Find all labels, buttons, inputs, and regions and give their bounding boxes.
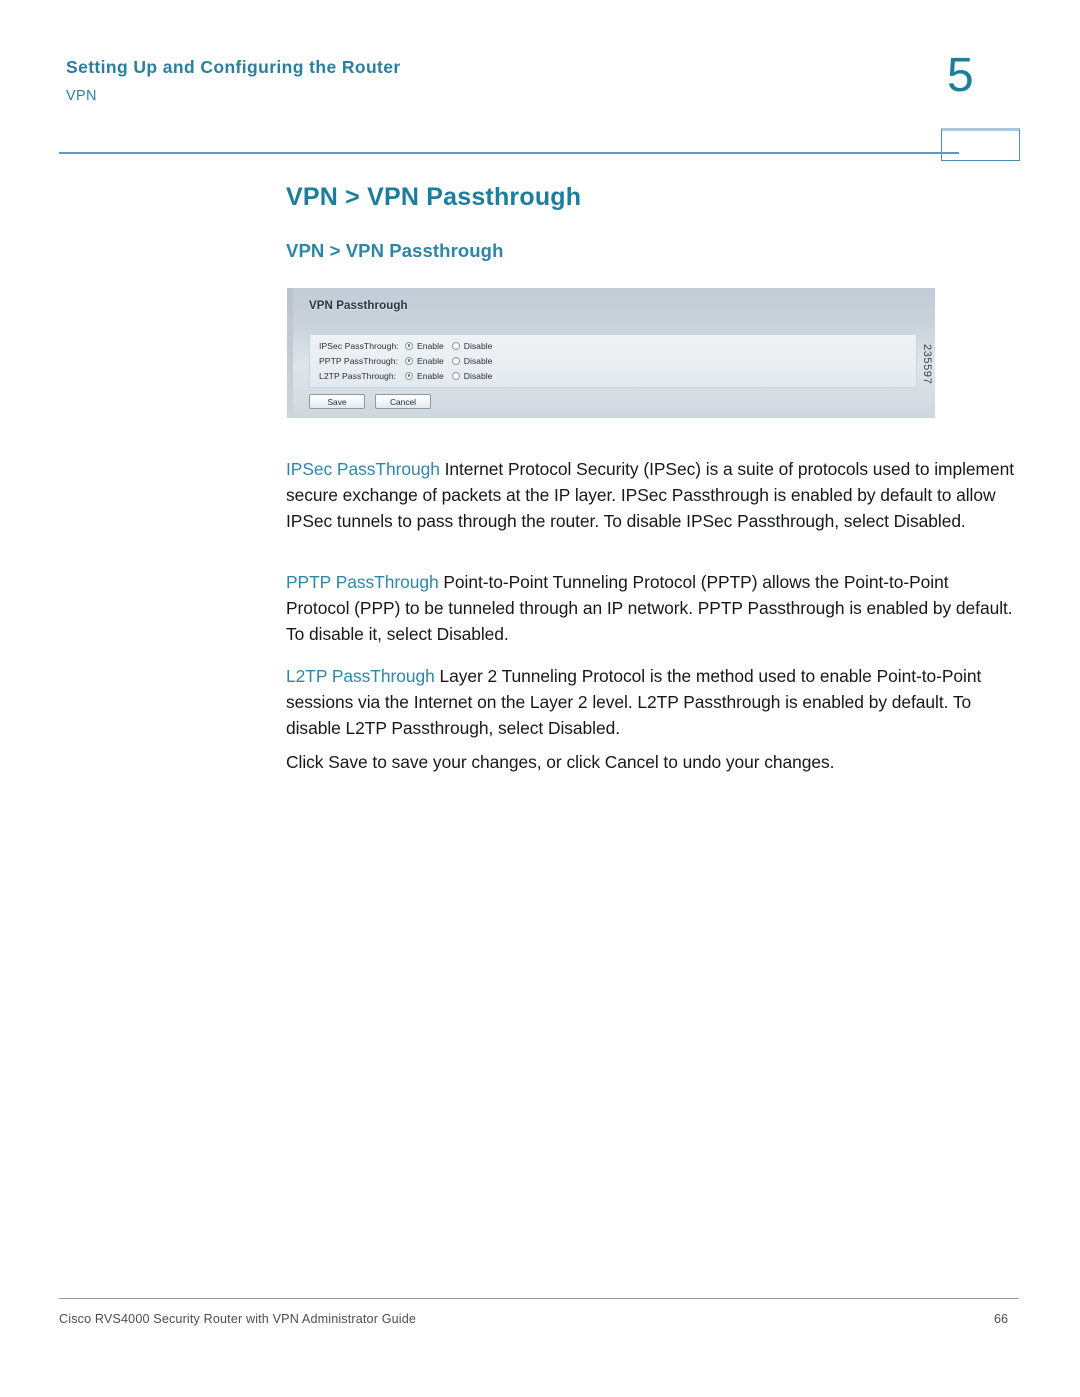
ipsec-enable-label: Enable [417,340,444,351]
ipsec-passthrough-label: IPSec PassThrough: [319,340,399,351]
chapter-number-box [941,128,1020,161]
footer-divider [59,1298,1019,1299]
paragraph-save-cancel: Click Save to save your changes, or clic… [286,752,835,773]
figure-number: 235597 [921,344,933,385]
footer-document-title: Cisco RVS4000 Security Router with VPN A… [59,1312,417,1326]
page-header: Setting Up and Configuring the Router VP… [0,0,1080,161]
runin-term-l2tp: L2TP PassThrough [286,666,435,687]
radio-selected-icon [405,356,413,365]
figure-vpn-passthrough: VPN Passthrough IPSec PassThrough: Enabl… [287,288,935,418]
pptp-disable-radio[interactable]: Disable [451,355,493,366]
l2tp-enable-label: Enable [417,370,444,381]
paragraph-pptp: PPTP PassThrough Point-to-Point Tunnelin… [286,570,1016,647]
cancel-button[interactable]: Cancel [375,394,431,409]
l2tp-passthrough-label: L2TP PassThrough: [319,370,397,381]
paragraph-ipsec: IPSec PassThrough Internet Protocol Secu… [286,457,1016,534]
row-ipsec-passthrough: IPSec PassThrough: Enable Disable [319,338,500,353]
footer-page-number: 66 [994,1312,1009,1326]
ipsec-disable-radio[interactable]: Disable [451,340,493,351]
runin-term-ipsec: IPSec PassThrough [286,459,440,480]
pptp-enable-radio[interactable]: Enable [405,356,444,366]
ipsec-disable-label: Disable [463,340,493,351]
panel-title: VPN Passthrough [309,300,408,312]
l2tp-disable-label: Disable [463,370,493,381]
pptp-enable-label: Enable [417,355,444,366]
section-heading: VPN > VPN Passthrough [286,240,504,261]
radio-unselected-icon [451,356,460,365]
header-divider [59,152,959,154]
router-ui-panel: VPN Passthrough IPSec PassThrough: Enabl… [287,288,935,418]
page-title: VPN > VPN Passthrough [286,183,582,211]
pptp-disable-label: Disable [463,355,493,366]
header-section-label: VPN [66,88,97,104]
paragraph-l2tp: L2TP PassThrough Layer 2 Tunneling Proto… [286,664,1016,741]
radio-unselected-icon [451,341,460,350]
l2tp-disable-radio[interactable]: Disable [451,370,493,381]
panel-left-edge [287,288,293,418]
radio-unselected-icon [451,371,460,380]
panel-button-bar: Save Cancel [309,394,431,409]
runin-term-pptp: PPTP PassThrough [286,572,439,593]
pptp-passthrough-label: PPTP PassThrough: [319,355,399,366]
header-chapter-title: Setting Up and Configuring the Router [66,57,401,77]
row-l2tp-passthrough: L2TP PassThrough: Enable Disable [319,368,500,383]
ipsec-enable-radio[interactable]: Enable [405,341,444,351]
settings-group: IPSec PassThrough: Enable Disable PPTP P… [309,334,917,388]
radio-selected-icon [405,371,413,380]
radio-selected-icon [405,341,413,350]
save-button[interactable]: Save [309,394,365,409]
chapter-number: 5 [947,49,974,102]
row-pptp-passthrough: PPTP PassThrough: Enable Disable [319,353,500,368]
l2tp-enable-radio[interactable]: Enable [405,371,444,381]
